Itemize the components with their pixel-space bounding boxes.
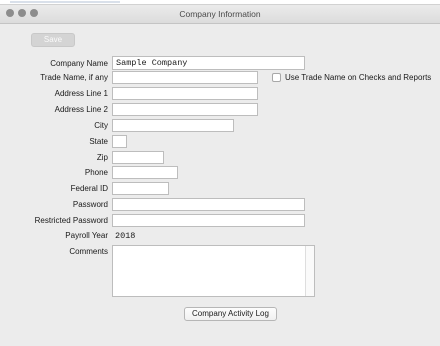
- city-label: City: [94, 121, 108, 130]
- state-input[interactable]: [112, 135, 127, 148]
- address-line-1-input[interactable]: [112, 87, 258, 100]
- payroll-year-value: 2018: [115, 231, 136, 241]
- zip-input[interactable]: [112, 151, 164, 164]
- comments-label: Comments: [69, 247, 108, 256]
- use-trade-name-checkbox[interactable]: [272, 73, 281, 82]
- phone-input[interactable]: [112, 166, 178, 179]
- password-label: Password: [72, 200, 108, 209]
- comments-textarea[interactable]: [112, 245, 315, 297]
- company-name-label: Company Name: [50, 59, 108, 68]
- title-bar[interactable]: Company Information: [0, 5, 440, 24]
- federal-id-label: Federal ID: [70, 184, 108, 193]
- company-activity-log-button[interactable]: Company Activity Log: [184, 307, 277, 321]
- state-label: State: [89, 137, 108, 146]
- zip-label: Zip: [96, 153, 108, 162]
- address-line-2-input[interactable]: [112, 103, 258, 116]
- city-input[interactable]: [112, 119, 234, 132]
- background-window-fragment: [10, 1, 120, 3]
- trade-name-input[interactable]: [112, 71, 258, 84]
- address-line-1-label: Address Line 1: [54, 89, 108, 98]
- restricted-password-label: Restricted Password: [34, 216, 108, 225]
- window-title: Company Information: [179, 9, 261, 19]
- federal-id-input[interactable]: [112, 182, 169, 195]
- password-input[interactable]: [112, 198, 305, 211]
- comments-scrollbar[interactable]: [305, 246, 314, 296]
- company-name-input[interactable]: Sample Company: [112, 56, 305, 70]
- address-line-2-label: Address Line 2: [54, 105, 108, 114]
- use-trade-name-label: Use Trade Name on Checks and Reports: [285, 73, 432, 82]
- payroll-year-label: Payroll Year: [65, 231, 108, 240]
- company-information-window: Company Information Save Company Name Sa…: [0, 4, 440, 346]
- phone-label: Phone: [84, 168, 108, 177]
- restricted-password-input[interactable]: [112, 214, 305, 227]
- trade-name-label: Trade Name, if any: [40, 73, 108, 82]
- save-button[interactable]: Save: [31, 33, 75, 47]
